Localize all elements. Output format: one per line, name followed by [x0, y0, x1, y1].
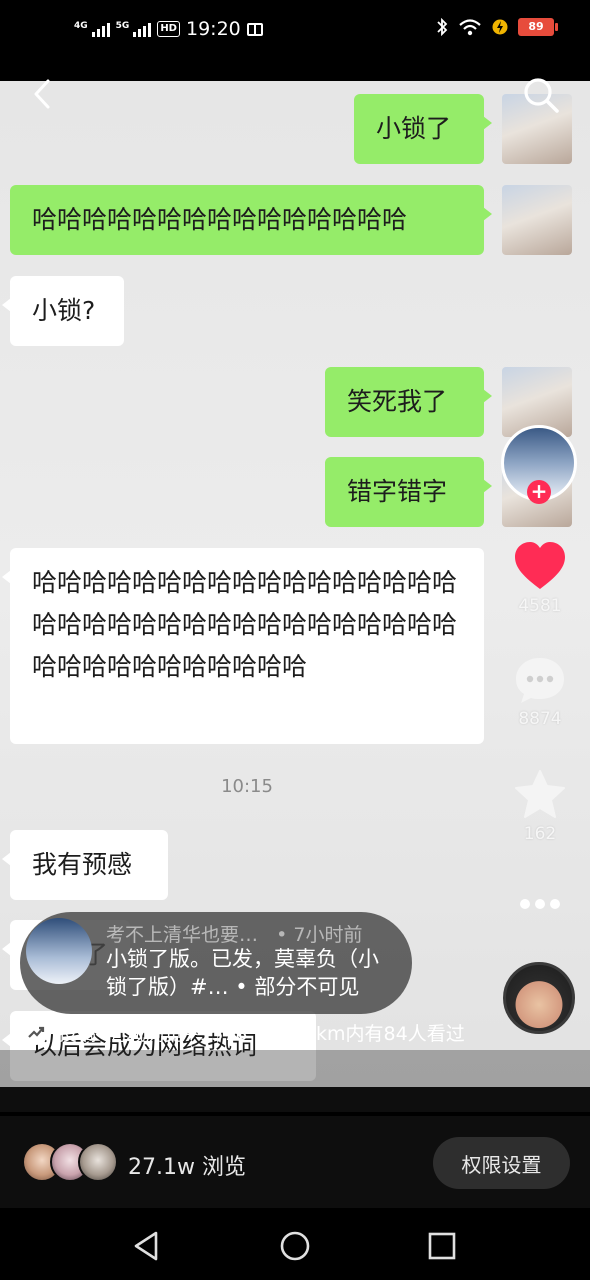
chat-bubble-sent: 哈哈哈哈哈哈哈哈哈哈哈哈哈哈哈: [10, 185, 492, 255]
comment-time: • 7小时前: [276, 924, 363, 946]
comment-text: 小锁了版。已发，莫辜负（小锁了版）#… • 部分不可见: [106, 947, 379, 999]
heart-icon: [515, 542, 565, 589]
chevron-left-icon: [34, 79, 50, 109]
chat-bubble-sent: 小锁了: [354, 94, 492, 164]
square-recent-icon: [428, 1232, 456, 1260]
network-type-label: 5G: [115, 21, 130, 31]
favorite-button[interactable]: 162: [504, 768, 576, 844]
nav-back-button[interactable]: [126, 1226, 166, 1266]
search-button[interactable]: [520, 74, 562, 116]
search-icon: [524, 78, 559, 113]
triangle-back-icon: [134, 1231, 158, 1261]
chat-bubble-received: 哈哈哈哈哈哈哈哈哈哈哈哈哈哈哈哈哈哈哈哈哈哈哈哈哈哈哈哈哈哈哈哈哈哈哈哈哈哈哈哈…: [2, 548, 484, 744]
commenter-avatar: [26, 918, 92, 984]
nav-home-button[interactable]: [275, 1226, 315, 1266]
comment-author: 考不上清华也要…: [106, 924, 259, 946]
comment-meta: 考不上清华也要… • 7小时前: [106, 920, 362, 947]
battery-icon: 89: [518, 18, 558, 36]
favorite-count: 162: [523, 824, 557, 844]
viewer-avatar: [78, 1142, 118, 1182]
chat-timestamp: 10:15: [221, 776, 273, 797]
viewer-avatars[interactable]: [22, 1142, 118, 1182]
video-area[interactable]: 小锁了 哈哈哈哈哈哈哈哈哈哈哈哈哈哈哈 小锁? 笑死我了 错字错字 哈哈哈哈哈哈…: [0, 54, 590, 1116]
more-dots-icon: [520, 899, 560, 909]
chat-bubble-sent: 笑死我了: [325, 367, 492, 437]
clock: 19:20: [185, 18, 241, 40]
book-icon: [246, 22, 263, 36]
nav-recent-button[interactable]: [422, 1226, 462, 1266]
chat-bubble-sent: 错字错字: [325, 457, 492, 527]
status-right: 89: [436, 18, 558, 36]
chat-avatar: [502, 185, 572, 255]
more-button[interactable]: [504, 896, 576, 915]
comment-count: 8874: [518, 709, 562, 729]
comment-button[interactable]: 8874: [504, 655, 576, 729]
trend-icon: [24, 1020, 48, 1045]
info-strip[interactable]: [0, 1050, 590, 1112]
permission-settings-button[interactable]: 权限设置: [433, 1137, 570, 1189]
views-count: 27.1w 浏览: [128, 1155, 246, 1180]
music-disc-icon[interactable]: [503, 962, 575, 1034]
chat-bubble-received: 我有预感: [2, 830, 168, 900]
follow-plus-icon[interactable]: +: [527, 480, 551, 504]
signal-icon-1: 4G: [74, 21, 110, 37]
info-text: 投稿•同城浏览+1378 | 附近5km内有84人看过: [58, 1023, 465, 1045]
chat-bubble-received: 小锁?: [2, 276, 124, 346]
back-button[interactable]: [24, 74, 60, 114]
like-count: 4581: [518, 596, 562, 616]
charging-icon: [492, 19, 508, 35]
status-left: 4G 5G HD 19:20: [74, 18, 263, 40]
star-icon: [515, 770, 565, 818]
info-row[interactable]: 投稿•同城浏览+1378 | 附近5km内有84人看过: [24, 1019, 465, 1046]
comment-preview[interactable]: 考不上清华也要… • 7小时前 小锁了版。已发，莫辜负（小锁了版）#… • 部分…: [20, 912, 412, 1014]
like-button[interactable]: 4581: [504, 540, 576, 616]
status-bar: 4G 5G HD 19:20 89: [0, 0, 590, 54]
comment-icon: [516, 658, 564, 703]
wifi-icon: [459, 19, 481, 36]
bluetooth-icon: [437, 18, 448, 36]
network-type-label: 4G: [74, 21, 88, 31]
signal-icon-2: 5G: [116, 21, 152, 37]
circle-home-icon: [280, 1231, 310, 1261]
hd-voice-icon: HD: [157, 21, 180, 37]
